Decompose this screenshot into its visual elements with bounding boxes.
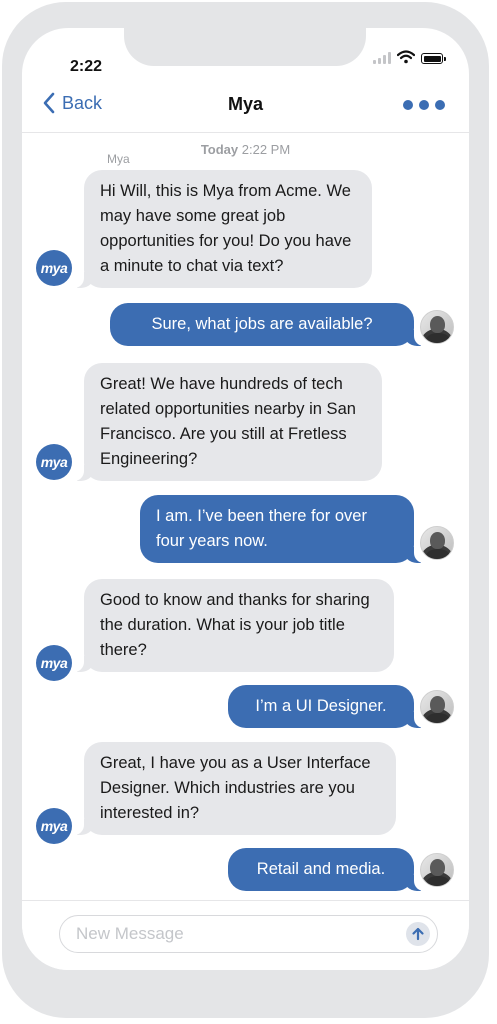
timestamp-day: Today — [200, 142, 239, 157]
message-bubble-outgoing: I’m a UI Designer. — [228, 685, 426, 728]
signal-icon — [373, 52, 391, 64]
user-avatar — [420, 853, 454, 887]
more-options-button[interactable] — [403, 100, 445, 110]
wifi-icon — [397, 50, 415, 64]
status-time: 2:22 — [70, 58, 103, 75]
message-input[interactable] — [59, 915, 438, 953]
bot-avatar: mya — [36, 444, 72, 480]
user-avatar — [420, 526, 454, 560]
message-bubble-outgoing: I am. I’ve been there for over four year… — [140, 495, 426, 563]
message-bubble-incoming: Great, I have you as a User Interface De… — [72, 742, 396, 835]
bot-avatar: mya — [36, 808, 72, 844]
message-bubble-incoming: Good to know and thanks for sharing the … — [72, 579, 394, 672]
message-text: Sure, what jobs are available? — [151, 315, 373, 333]
bot-avatar: mya — [36, 250, 72, 286]
nav-bar: Back Mya — [22, 80, 469, 133]
sender-name: Mya — [107, 152, 130, 166]
message-text: Great, I have you as a User Interface De… — [100, 754, 371, 822]
ellipsis-icon — [403, 100, 413, 110]
message-text: Great! We have hundreds of tech related … — [100, 375, 356, 468]
phone-frame: 2:22 Back Mya Today 2:22 PM Mya Hi Will,… — [2, 2, 489, 1018]
user-avatar — [420, 690, 454, 724]
composer-bar — [22, 900, 469, 970]
message-bubble-incoming: Hi Will, this is Mya from Acme. We may h… — [72, 170, 372, 288]
bot-avatar: mya — [36, 645, 72, 681]
message-text: I am. I’ve been there for over four year… — [156, 507, 367, 550]
user-avatar — [420, 310, 454, 344]
thread-timestamp: Today 2:22 PM — [22, 142, 469, 157]
message-text: Retail and media. — [256, 860, 386, 878]
message-bubble-incoming: Great! We have hundreds of tech related … — [72, 363, 382, 481]
battery-icon — [421, 53, 446, 64]
notch — [124, 28, 366, 66]
conversation-title: Mya — [227, 94, 263, 114]
arrow-up-icon — [412, 927, 424, 941]
timestamp-time: 2:22 PM — [241, 142, 291, 157]
message-text: Hi Will, this is Mya from Acme. We may h… — [100, 182, 352, 275]
phone-screen: 2:22 Back Mya Today 2:22 PM Mya Hi Will,… — [22, 28, 469, 970]
status-icons — [373, 48, 446, 64]
message-text: Good to know and thanks for sharing the … — [100, 591, 370, 659]
message-bubble-outgoing: Retail and media. — [228, 848, 426, 891]
send-button[interactable] — [406, 922, 430, 946]
message-bubble-outgoing: Sure, what jobs are available? — [110, 303, 426, 346]
message-text: I’m a UI Designer. — [255, 697, 387, 715]
